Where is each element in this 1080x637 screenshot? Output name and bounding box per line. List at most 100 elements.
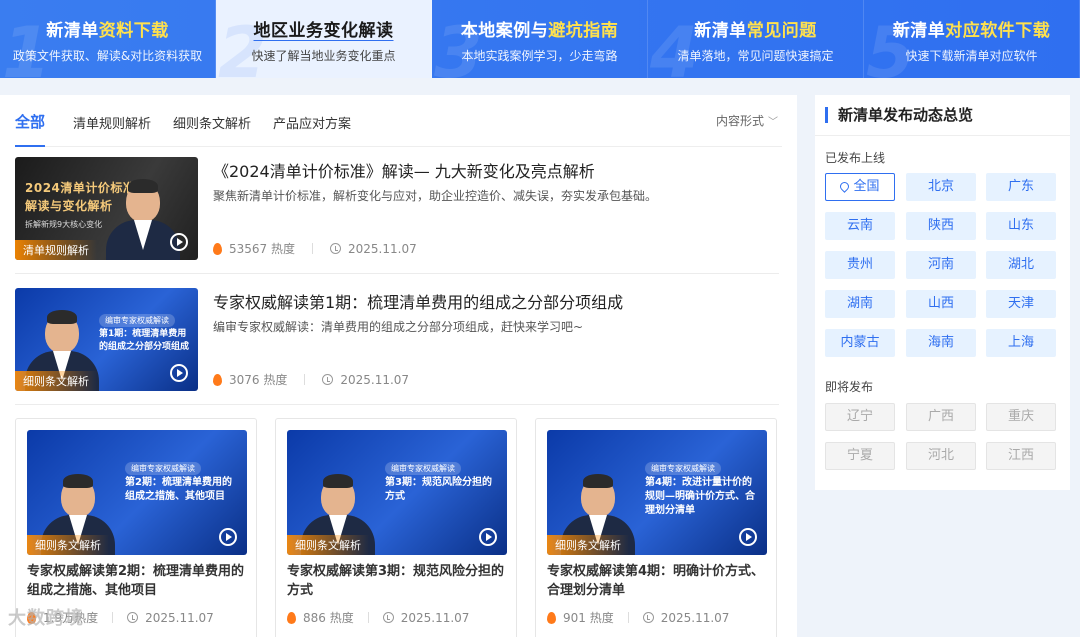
- province-button[interactable]: 山西: [906, 290, 976, 318]
- video-thumbnail[interactable]: 编审专家权威解读 第1期：梳理清单费用的组成之分部分项组成 细则条文解析: [15, 288, 198, 391]
- video-thumbnail[interactable]: 2024清单计价标准 解读与变化解析 拆解新规9大核心变化 清单规则解析: [15, 157, 198, 260]
- fire-icon: [547, 611, 556, 624]
- location-pin-icon: [838, 180, 852, 193]
- publish-date: 2025.11.07: [400, 610, 470, 625]
- category-tag: 细则条文解析: [27, 535, 109, 555]
- tab-subtitle: 快速了解当地业务变化重点: [251, 49, 396, 63]
- clock-icon: [330, 243, 341, 254]
- article-title[interactable]: 《2024清单计价标准》解读— 九大新变化及亮点解析: [213, 158, 595, 182]
- province-button[interactable]: 山东: [986, 212, 1056, 240]
- content-form-label: 内容形式: [715, 114, 764, 128]
- heat-count: 901 热度: [563, 611, 614, 625]
- province-button[interactable]: 河南: [906, 251, 976, 279]
- thumbnail-badge: 编审专家权威解读: [99, 314, 175, 327]
- article-meta: 3076 热度 2025.11.07: [213, 371, 409, 388]
- province-button[interactable]: 广东: [986, 173, 1056, 201]
- list-item[interactable]: 2024清单计价标准 解读与变化解析 拆解新规9大核心变化 清单规则解析 《202…: [15, 157, 779, 274]
- tab-title: 新清单对应软件下载: [892, 21, 1051, 41]
- play-icon[interactable]: [170, 233, 188, 251]
- province-button-upcoming: 江西: [986, 442, 1056, 470]
- filter-tab-detail-clauses[interactable]: 细则条文解析: [173, 113, 251, 132]
- province-button[interactable]: 湖南: [825, 290, 895, 318]
- thumbnail-text: 第3期：规范风险分担的方式: [385, 477, 492, 502]
- province-button-upcoming: 宁夏: [825, 442, 895, 470]
- divider: [627, 612, 629, 623]
- province-button[interactable]: 陕西: [906, 212, 976, 240]
- clock-icon: [127, 612, 139, 623]
- article-title[interactable]: 专家权威解读第1期：梳理清单费用的组成之分部分项组成: [213, 289, 623, 313]
- province-button[interactable]: 贵州: [825, 251, 895, 279]
- clock-icon: [322, 374, 334, 385]
- heat-count: 886 热度: [303, 611, 354, 625]
- video-card[interactable]: 编审专家权威解读 第4期：改进计量计价的规则—明确计价方式、合理划分清单 细则条…: [535, 418, 777, 637]
- province-button-upcoming: 广西: [906, 403, 976, 431]
- play-icon[interactable]: [170, 364, 188, 382]
- article-description: 编审专家权威解读：清单费用的组成之分部分项组成，赶快来学习吧~: [213, 320, 584, 334]
- tab-faq[interactable]: 4 新清单常见问题 清单落地，常见问题快速搞定: [648, 0, 864, 78]
- chevron-down-icon: ﹀: [768, 117, 778, 128]
- tab-regional-interpretation[interactable]: 2 地区业务变化解读 快速了解当地业务变化重点: [216, 0, 432, 78]
- list-item[interactable]: 编审专家权威解读 第1期：梳理清单费用的组成之分部分项组成 细则条文解析 专家权…: [15, 288, 779, 405]
- card-title[interactable]: 专家权威解读第4期：明确计价方式、合理划分清单: [547, 562, 769, 600]
- heat-count: 3076 热度: [229, 373, 288, 387]
- card-meta: 901 热度 2025.11.07: [547, 609, 729, 626]
- clock-icon: [642, 612, 654, 623]
- video-thumbnail[interactable]: 编审专家权威解读 第4期：改进计量计价的规则—明确计价方式、合理划分清单 细则条…: [547, 430, 767, 555]
- publish-date: 2025.11.07: [348, 241, 417, 256]
- play-icon[interactable]: [219, 528, 237, 546]
- thumbnail-subtitle: 拆解新规9大核心变化: [25, 220, 103, 229]
- category-tag: 细则条文解析: [547, 535, 629, 555]
- watermark: 大数跨境: [8, 608, 84, 629]
- video-card[interactable]: 编审专家权威解读 第3期：规范风险分担的方式 细则条文解析 专家权威解读第3期：…: [275, 418, 517, 637]
- published-label: 已发布上线: [825, 151, 886, 165]
- card-title[interactable]: 专家权威解读第2期：梳理清单费用的组成之措施、其他项目: [27, 562, 249, 600]
- divider: [815, 135, 1070, 136]
- play-icon[interactable]: [739, 528, 757, 546]
- content-form-dropdown[interactable]: 内容形式 ﹀: [716, 112, 778, 129]
- fire-icon: [213, 373, 222, 386]
- publish-date: 2025.11.07: [340, 372, 410, 387]
- province-button[interactable]: 云南: [825, 212, 895, 240]
- clock-icon: [382, 612, 394, 623]
- province-button[interactable]: 北京: [906, 173, 976, 201]
- province-button[interactable]: 湖北: [986, 251, 1056, 279]
- publish-date: 2025.11.07: [145, 610, 214, 625]
- province-button[interactable]: 内蒙古: [825, 329, 895, 357]
- play-icon[interactable]: [479, 528, 497, 546]
- category-tag: 清单规则解析: [15, 240, 97, 260]
- tab-title: 地区业务变化解读: [253, 21, 394, 41]
- province-button-upcoming: 河北: [906, 442, 976, 470]
- article-description: 聚焦新清单计价标准，解析变化与应对，助企业控造价、减失误，夯实发承包基础。: [213, 189, 658, 203]
- tab-subtitle: 本地实践案例学习，少走弯路: [461, 49, 618, 63]
- divider: [112, 612, 114, 623]
- video-thumbnail[interactable]: 编审专家权威解读 第2期：梳理清单费用的组成之措施、其他项目 细则条文解析: [27, 430, 247, 555]
- thumbnail-text: 第2期：梳理清单费用的组成之措施、其他项目: [125, 477, 232, 502]
- tab-software-download[interactable]: 5 新清单对应软件下载 快速下载新清单对应软件: [864, 0, 1080, 78]
- fire-icon: [287, 611, 296, 624]
- presenter-image: [106, 179, 180, 260]
- card-meta: 886 热度 2025.11.07: [287, 609, 469, 626]
- province-button[interactable]: 天津: [986, 290, 1056, 318]
- tab-local-cases[interactable]: 3 本地案例与避坑指南 本地实践案例学习，少走弯路: [432, 0, 648, 78]
- category-tag: 细则条文解析: [287, 535, 369, 555]
- card-title[interactable]: 专家权威解读第3期：规范风险分担的方式: [287, 562, 509, 600]
- filter-tab-all[interactable]: 全部: [15, 111, 46, 147]
- video-thumbnail[interactable]: 编审专家权威解读 第3期：规范风险分担的方式 细则条文解析: [287, 430, 507, 555]
- tab-material-download[interactable]: 1 新清单资料下载 政策文件获取、解读&对比资料获取: [0, 0, 216, 78]
- heat-count: 53567 热度: [229, 242, 295, 256]
- filter-bar: 全部 清单规则解析 细则条文解析 产品应对方案 内容形式 ﹀: [15, 95, 782, 147]
- publish-date: 2025.11.07: [660, 610, 730, 625]
- thumbnail-text: 第4期：改进计量计价的规则—明确计价方式、合理划分清单: [645, 477, 755, 516]
- province-button[interactable]: 上海: [986, 329, 1056, 357]
- tab-title: 新清单常见问题: [694, 21, 817, 41]
- tab-title: 新清单资料下载: [46, 21, 169, 41]
- filter-tab-list-rules[interactable]: 清单规则解析: [73, 113, 151, 132]
- province-button-national[interactable]: 全国: [825, 173, 895, 201]
- province-button[interactable]: 海南: [906, 329, 976, 357]
- province-button-upcoming: 重庆: [986, 403, 1056, 431]
- category-tag: 细则条文解析: [15, 371, 97, 391]
- content-panel: 全部 清单规则解析 细则条文解析 产品应对方案 内容形式 ﹀ 2024清单计价标准…: [0, 95, 797, 637]
- filter-tab-product-solutions[interactable]: 产品应对方案: [273, 113, 351, 132]
- province-button-upcoming: 辽宁: [825, 403, 895, 431]
- tab-title: 本地案例与避坑指南: [460, 21, 619, 41]
